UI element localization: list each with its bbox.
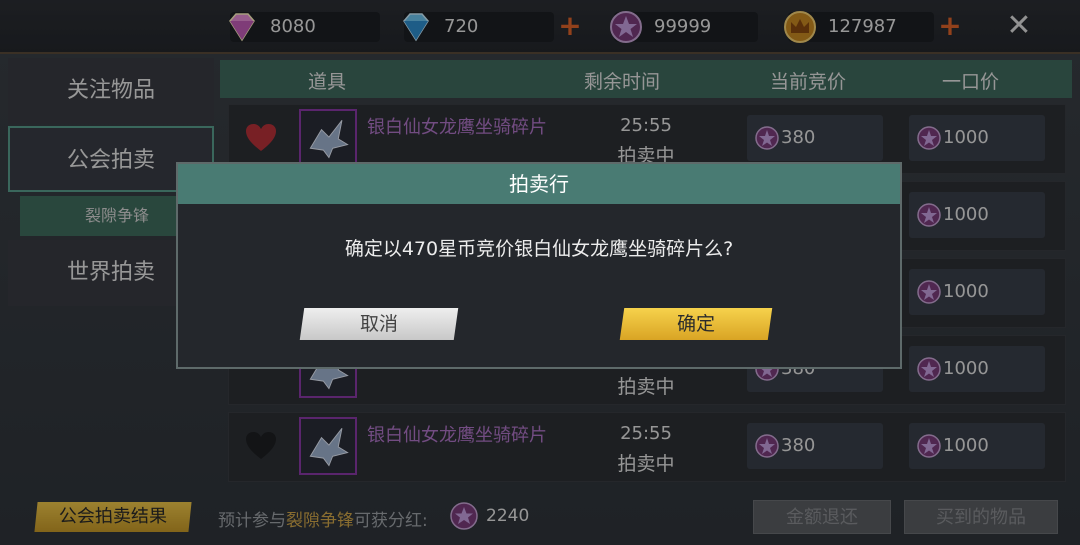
confirm-dialog: 拍卖行 确定以470星币竞价银白仙女龙鹰坐骑碎片么? 取消 确定 — [176, 162, 902, 369]
confirm-label: 确定 — [676, 313, 715, 335]
auction-window: 8080 720 + 99999 127987 + ✕ 关注物品 公会拍卖 裂隙… — [0, 0, 1080, 545]
dialog-message: 确定以470星币竞价银白仙女龙鹰坐骑碎片么? — [344, 238, 734, 260]
cancel-label: 取消 — [359, 313, 398, 335]
dialog-title: 拍卖行 — [178, 164, 900, 204]
cancel-button[interactable]: 取消 — [299, 308, 459, 340]
confirm-button[interactable]: 确定 — [619, 308, 773, 340]
